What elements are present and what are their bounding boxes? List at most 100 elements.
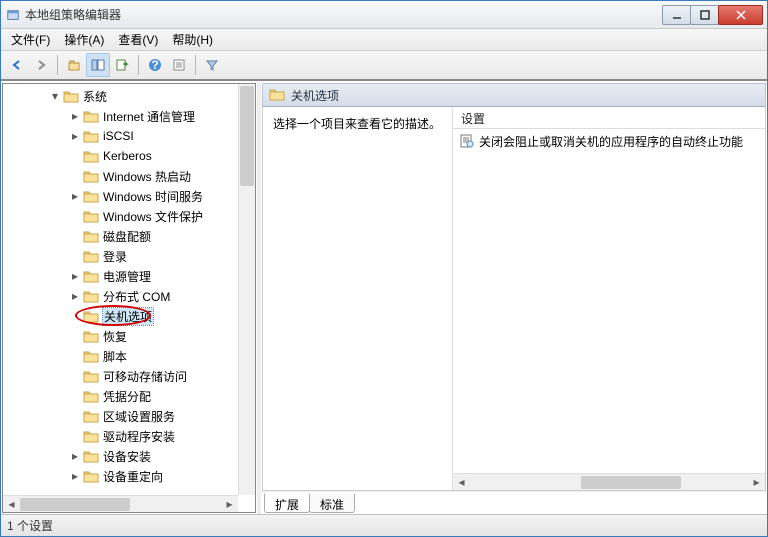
menu-file[interactable]: 文件(F) [5, 29, 56, 50]
app-window: 本地组策略编辑器 文件(F) 操作(A) 查看(V) 帮助(H) ? ▾系统▸I… [0, 0, 768, 537]
tree-label: 脚本 [103, 348, 127, 365]
tab-standard[interactable]: 标准 [309, 493, 355, 513]
scrollbar-thumb[interactable] [240, 86, 254, 186]
tree-node[interactable]: 驱动程序安装 [3, 426, 255, 446]
content-area: ▾系统▸Internet 通信管理▸iSCSIKerberosWindows 热… [1, 81, 767, 514]
menu-help[interactable]: 帮助(H) [166, 29, 219, 50]
export-list-button[interactable] [110, 53, 134, 77]
tree-label: 分布式 COM [103, 288, 170, 305]
toolbar-separator [138, 55, 139, 75]
tree-node[interactable]: 关机选项 [3, 306, 255, 326]
tree-node[interactable]: 区域设置服务 [3, 406, 255, 426]
folder-icon [83, 169, 99, 183]
scrollbar-thumb[interactable] [20, 498, 130, 511]
folder-icon [83, 349, 99, 363]
show-hide-tree-button[interactable] [86, 53, 110, 77]
tree-label: 凭据分配 [103, 388, 151, 405]
properties-button[interactable] [167, 53, 191, 77]
window-buttons [663, 5, 763, 25]
minimize-button[interactable] [662, 5, 691, 25]
menu-bar: 文件(F) 操作(A) 查看(V) 帮助(H) [1, 29, 767, 51]
tree-label: 登录 [103, 248, 127, 265]
tree-node[interactable]: Kerberos [3, 146, 255, 166]
scroll-right-icon[interactable]: ▸ [748, 475, 765, 490]
tree-label: 可移动存储访问 [103, 368, 187, 385]
tree-node[interactable]: ▸Windows 时间服务 [3, 186, 255, 206]
tree-node[interactable]: 凭据分配 [3, 386, 255, 406]
folder-icon [83, 449, 99, 463]
collapse-icon[interactable]: ▾ [49, 90, 61, 102]
tab-extended[interactable]: 扩展 [264, 493, 310, 513]
folder-icon [83, 309, 99, 323]
folder-icon [83, 149, 99, 163]
tree-node[interactable]: 可移动存储访问 [3, 366, 255, 386]
close-button[interactable] [718, 5, 763, 25]
folder-icon [83, 469, 99, 483]
menu-action[interactable]: 操作(A) [58, 29, 110, 50]
folder-icon [83, 109, 99, 123]
tree-node-root[interactable]: ▾ 系统 [3, 86, 255, 106]
maximize-button[interactable] [690, 5, 719, 25]
scroll-left-icon[interactable]: ◂ [3, 497, 20, 512]
folder-icon [269, 87, 285, 104]
description-area: 选择一个项目来查看它的描述。 [263, 107, 453, 490]
folder-icon [83, 289, 99, 303]
status-bar: 1 个设置 [1, 514, 767, 536]
tree-node[interactable]: 恢复 [3, 326, 255, 346]
title-bar[interactable]: 本地组策略编辑器 [1, 1, 767, 29]
tree-node[interactable]: Windows 热启动 [3, 166, 255, 186]
tree-node[interactable]: 磁盘配额 [3, 226, 255, 246]
tree-node[interactable]: ▸设备安装 [3, 446, 255, 466]
scroll-right-icon[interactable]: ▸ [221, 497, 238, 512]
app-icon [5, 7, 21, 23]
toolbar: ? [1, 51, 767, 81]
tree-node[interactable]: ▸设备重定向 [3, 466, 255, 486]
back-button[interactable] [5, 53, 29, 77]
folder-icon [83, 189, 99, 203]
tree-node[interactable]: Windows 文件保护 [3, 206, 255, 226]
tree-label: 设备安装 [103, 448, 151, 465]
folder-icon [83, 209, 99, 223]
menu-view[interactable]: 查看(V) [112, 29, 164, 50]
view-tabs: 扩展 标准 [262, 491, 766, 513]
filter-button[interactable] [200, 53, 224, 77]
tree-label: Windows 时间服务 [103, 188, 203, 205]
forward-button[interactable] [29, 53, 53, 77]
description-prompt: 选择一个项目来查看它的描述。 [273, 117, 441, 131]
tree-label: 恢复 [103, 328, 127, 345]
folder-icon [83, 229, 99, 243]
up-button[interactable] [62, 53, 86, 77]
tree-label: Windows 文件保护 [103, 208, 203, 225]
tree-label: Windows 热启动 [103, 168, 191, 185]
horizontal-scrollbar[interactable]: ◂ ▸ [453, 473, 765, 490]
folder-icon [83, 329, 99, 343]
tree-label: 区域设置服务 [103, 408, 175, 425]
setting-item[interactable]: 关闭会阻止或取消关机的应用程序的自动终止功能 [453, 131, 765, 151]
tree-label: 系统 [83, 88, 107, 105]
tree-node[interactable]: ▸分布式 COM [3, 286, 255, 306]
tree-label: 设备重定向 [103, 468, 163, 485]
tree-label: Internet 通信管理 [103, 108, 195, 125]
folder-icon [83, 429, 99, 443]
tree-node[interactable]: ▸Internet 通信管理 [3, 106, 255, 126]
scrollbar-thumb[interactable] [581, 476, 681, 489]
details-pane: 关机选项 选择一个项目来查看它的描述。 设置 关闭会阻止或取消关机的应用程序的自… [262, 83, 766, 513]
help-button[interactable]: ? [143, 53, 167, 77]
folder-icon [83, 389, 99, 403]
tree-label: 关机选项 [103, 308, 153, 325]
tree-node[interactable]: 脚本 [3, 346, 255, 366]
tree-node[interactable]: 登录 [3, 246, 255, 266]
toolbar-separator [195, 55, 196, 75]
folder-icon [83, 369, 99, 383]
tree-node[interactable]: ▸iSCSI [3, 126, 255, 146]
svg-text:?: ? [151, 58, 158, 72]
tree-node[interactable]: ▸电源管理 [3, 266, 255, 286]
tree-view[interactable]: ▾系统▸Internet 通信管理▸iSCSIKerberosWindows 热… [2, 83, 256, 513]
details-header: 关机选项 [262, 83, 766, 107]
scroll-left-icon[interactable]: ◂ [453, 475, 470, 490]
tree-label: iSCSI [103, 129, 134, 143]
window-title: 本地组策略编辑器 [25, 6, 663, 23]
column-header-setting[interactable]: 设置 [453, 107, 765, 129]
horizontal-scrollbar[interactable]: ◂ ▸ [3, 495, 238, 512]
vertical-scrollbar[interactable] [238, 84, 255, 495]
